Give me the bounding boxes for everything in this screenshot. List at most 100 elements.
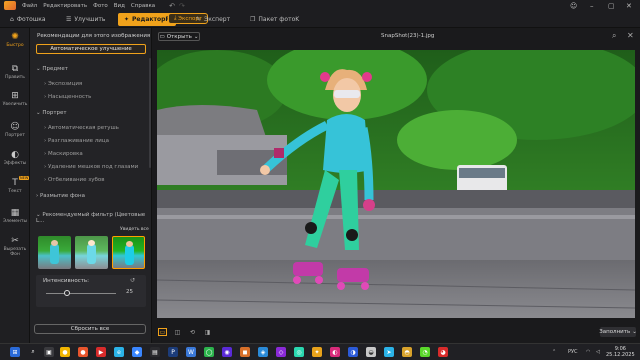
reset-all-button[interactable]: Сбросить все [34, 324, 146, 334]
sidebar-item-portrait[interactable]: ☺ Портрет [0, 122, 30, 138]
edge-icon[interactable]: e [114, 347, 124, 357]
history-icon[interactable]: ⟲ [188, 328, 197, 336]
menu-help[interactable]: Справка [131, 3, 155, 9]
windows-start-icon[interactable]: ⊞ [10, 347, 20, 357]
photo-preview[interactable] [157, 50, 635, 318]
app-icon[interactable]: ◕ [438, 347, 448, 357]
menu-bar: Файл Редактировать Фото Вид Справка ↶ ↷ [0, 0, 640, 11]
chrome-icon[interactable]: ● [60, 347, 70, 357]
app-icon[interactable]: ◉ [222, 347, 232, 357]
file-name: SnapShot(23)-1.jpg [381, 33, 435, 39]
tab-enhance[interactable]: ☰ Улучшить [60, 13, 111, 26]
new-badge: NEW [19, 176, 30, 180]
maximize-icon[interactable]: ▢ [608, 0, 615, 11]
app-icon[interactable]: ◒ [366, 347, 376, 357]
sidebar-item-text[interactable]: T Текст NEW [0, 176, 30, 194]
panel-scrollbar[interactable] [149, 58, 151, 168]
zoom-icon[interactable]: ⌕ [612, 31, 616, 41]
tab-batch[interactable]: ❐ Пакет фотоK [244, 13, 305, 26]
store-icon[interactable]: ◆ [132, 347, 142, 357]
list-item[interactable]: › Маскировка [44, 151, 83, 157]
language-indicator[interactable]: РУС [568, 349, 578, 355]
sidebar-item-enlarge[interactable]: ⊞ Увеличить [0, 91, 30, 107]
firefox-icon[interactable]: ● [78, 347, 88, 357]
compare-view-icon[interactable]: ◫ [173, 328, 182, 336]
menu-file[interactable]: Файл [22, 3, 37, 9]
explorer-icon[interactable]: ▤ [150, 347, 160, 357]
chevron-down-icon: ⌄ [632, 329, 637, 335]
app-icon[interactable]: ▶ [96, 347, 106, 357]
system-clock[interactable]: 9:06 25.12.2025 [606, 346, 635, 358]
tray-chevron-icon[interactable]: ⌃ [552, 349, 556, 355]
photo-editor-icon[interactable]: ✦ [312, 347, 322, 357]
intensity-slider[interactable] [46, 293, 116, 294]
reset-intensity-icon[interactable]: ↺ [130, 277, 135, 284]
tab-photoshop[interactable]: ⌂ Фотошка [4, 13, 52, 26]
auto-enhance-button[interactable]: Автоматическое улучшение [36, 44, 146, 54]
section-portrait[interactable]: ⌄ Портрет [36, 110, 67, 116]
whatsapp-icon[interactable]: ◯ [204, 347, 214, 357]
intensity-slider-handle[interactable] [64, 290, 70, 296]
list-item[interactable]: › Отбеливание зубов [44, 177, 104, 183]
view-all-link[interactable]: Увидеть все [120, 227, 149, 232]
list-item[interactable]: › Экспозиция [44, 81, 82, 87]
menu-view[interactable]: Вид [114, 3, 125, 9]
section-subject[interactable]: ⌄ Предмет [36, 66, 68, 72]
app-icon[interactable]: ◇ [276, 347, 286, 357]
tab-expert[interactable]: ✎ Эксперт [190, 13, 236, 26]
app-icon[interactable]: ◓ [402, 347, 412, 357]
sidebar-item-quick[interactable]: ✺ Быстро [0, 32, 30, 48]
photoshop-icon[interactable]: P [168, 347, 178, 357]
app-icon[interactable]: ◈ [258, 347, 268, 357]
undo-icon[interactable]: ↶ [169, 2, 175, 10]
view-toolbar: ▭ ◫ ⟲ ◨ [158, 328, 212, 337]
list-item[interactable]: › Разглаживание лица [44, 138, 109, 144]
home-icon: ⌂ [10, 16, 14, 23]
redo-icon[interactable]: ↷ [179, 2, 185, 10]
tools-sidebar: ✺ Быстро ⧉ Править ⊞ Увеличить ☺ Портрет… [0, 28, 30, 343]
sidebar-item-adjust[interactable]: ⧉ Править [0, 64, 30, 80]
cut-background-icon: ✂ [11, 236, 19, 246]
list-item[interactable]: › Автоматическая ретушь [44, 125, 119, 131]
effects-icon: ◐ [11, 150, 19, 160]
volume-icon[interactable]: ◁ [596, 349, 600, 355]
minimize-icon[interactable]: – [590, 0, 594, 11]
main-canvas-area: ▭ Открыть ⌄ SnapShot(23)-1.jpg ⌕ ✕ ▭ ◫ ⟲… [152, 28, 640, 343]
list-item[interactable]: › Удаление мешков под глазами [44, 164, 138, 170]
filter-thumbnail[interactable] [38, 236, 71, 269]
elements-icon: ▦ [10, 208, 20, 218]
intensity-value[interactable]: 25 [126, 289, 133, 295]
close-icon[interactable]: ✕ [627, 31, 634, 40]
app-icon[interactable]: ◐ [330, 347, 340, 357]
menu-edit[interactable]: Редактировать [43, 3, 87, 9]
single-view-icon[interactable]: ▭ [158, 328, 167, 336]
photo-image [157, 50, 635, 318]
save-button[interactable]: Заполнить ⌄ [599, 327, 637, 337]
telegram-icon[interactable]: ➤ [384, 347, 394, 357]
app-icon[interactable]: ◔ [420, 347, 430, 357]
folder-icon: ▭ [159, 33, 165, 40]
task-view-icon[interactable]: ▣ [44, 347, 54, 357]
download-icon: ⤓ [173, 15, 177, 21]
sidebar-item-cut-bg[interactable]: ✂ Вырезать Фон [0, 236, 30, 257]
app-icon[interactable]: ◼ [240, 347, 250, 357]
wifi-icon[interactable]: ◠ [586, 349, 590, 355]
app-icon[interactable]: ◑ [348, 347, 358, 357]
filter-thumbnail[interactable] [75, 236, 108, 269]
list-item[interactable]: › Насыщенность [44, 94, 91, 100]
before-after-icon[interactable]: ◨ [203, 328, 212, 336]
app-icon[interactable]: ◎ [294, 347, 304, 357]
search-icon[interactable]: ⌕ [28, 347, 38, 357]
section-background-blur[interactable]: › Размытие фона [36, 193, 85, 199]
open-button[interactable]: ▭ Открыть ⌄ [158, 32, 200, 41]
app-logo [4, 1, 16, 10]
word-icon[interactable]: W [186, 347, 196, 357]
close-window-icon[interactable]: ✕ [626, 0, 632, 11]
menu-photo[interactable]: Фото [93, 3, 108, 9]
profile-icon[interactable]: ☺ [570, 0, 577, 11]
filter-thumbnail-selected[interactable] [112, 236, 145, 269]
section-recommended-filter[interactable]: ⌄ Рекомендуемый фильтр (Цветовые L... [36, 212, 151, 224]
sidebar-item-elements[interactable]: ▦ Элементы [0, 208, 30, 224]
sidebar-item-effects[interactable]: ◐ Эффекты [0, 150, 30, 166]
taskbar: ⊞ ⌕ ▣ ● ● ▶ e ◆ ▤ P W ◯ ◉ ◼ ◈ ◇ ◎ ✦ ◐ ◑ … [0, 343, 640, 360]
